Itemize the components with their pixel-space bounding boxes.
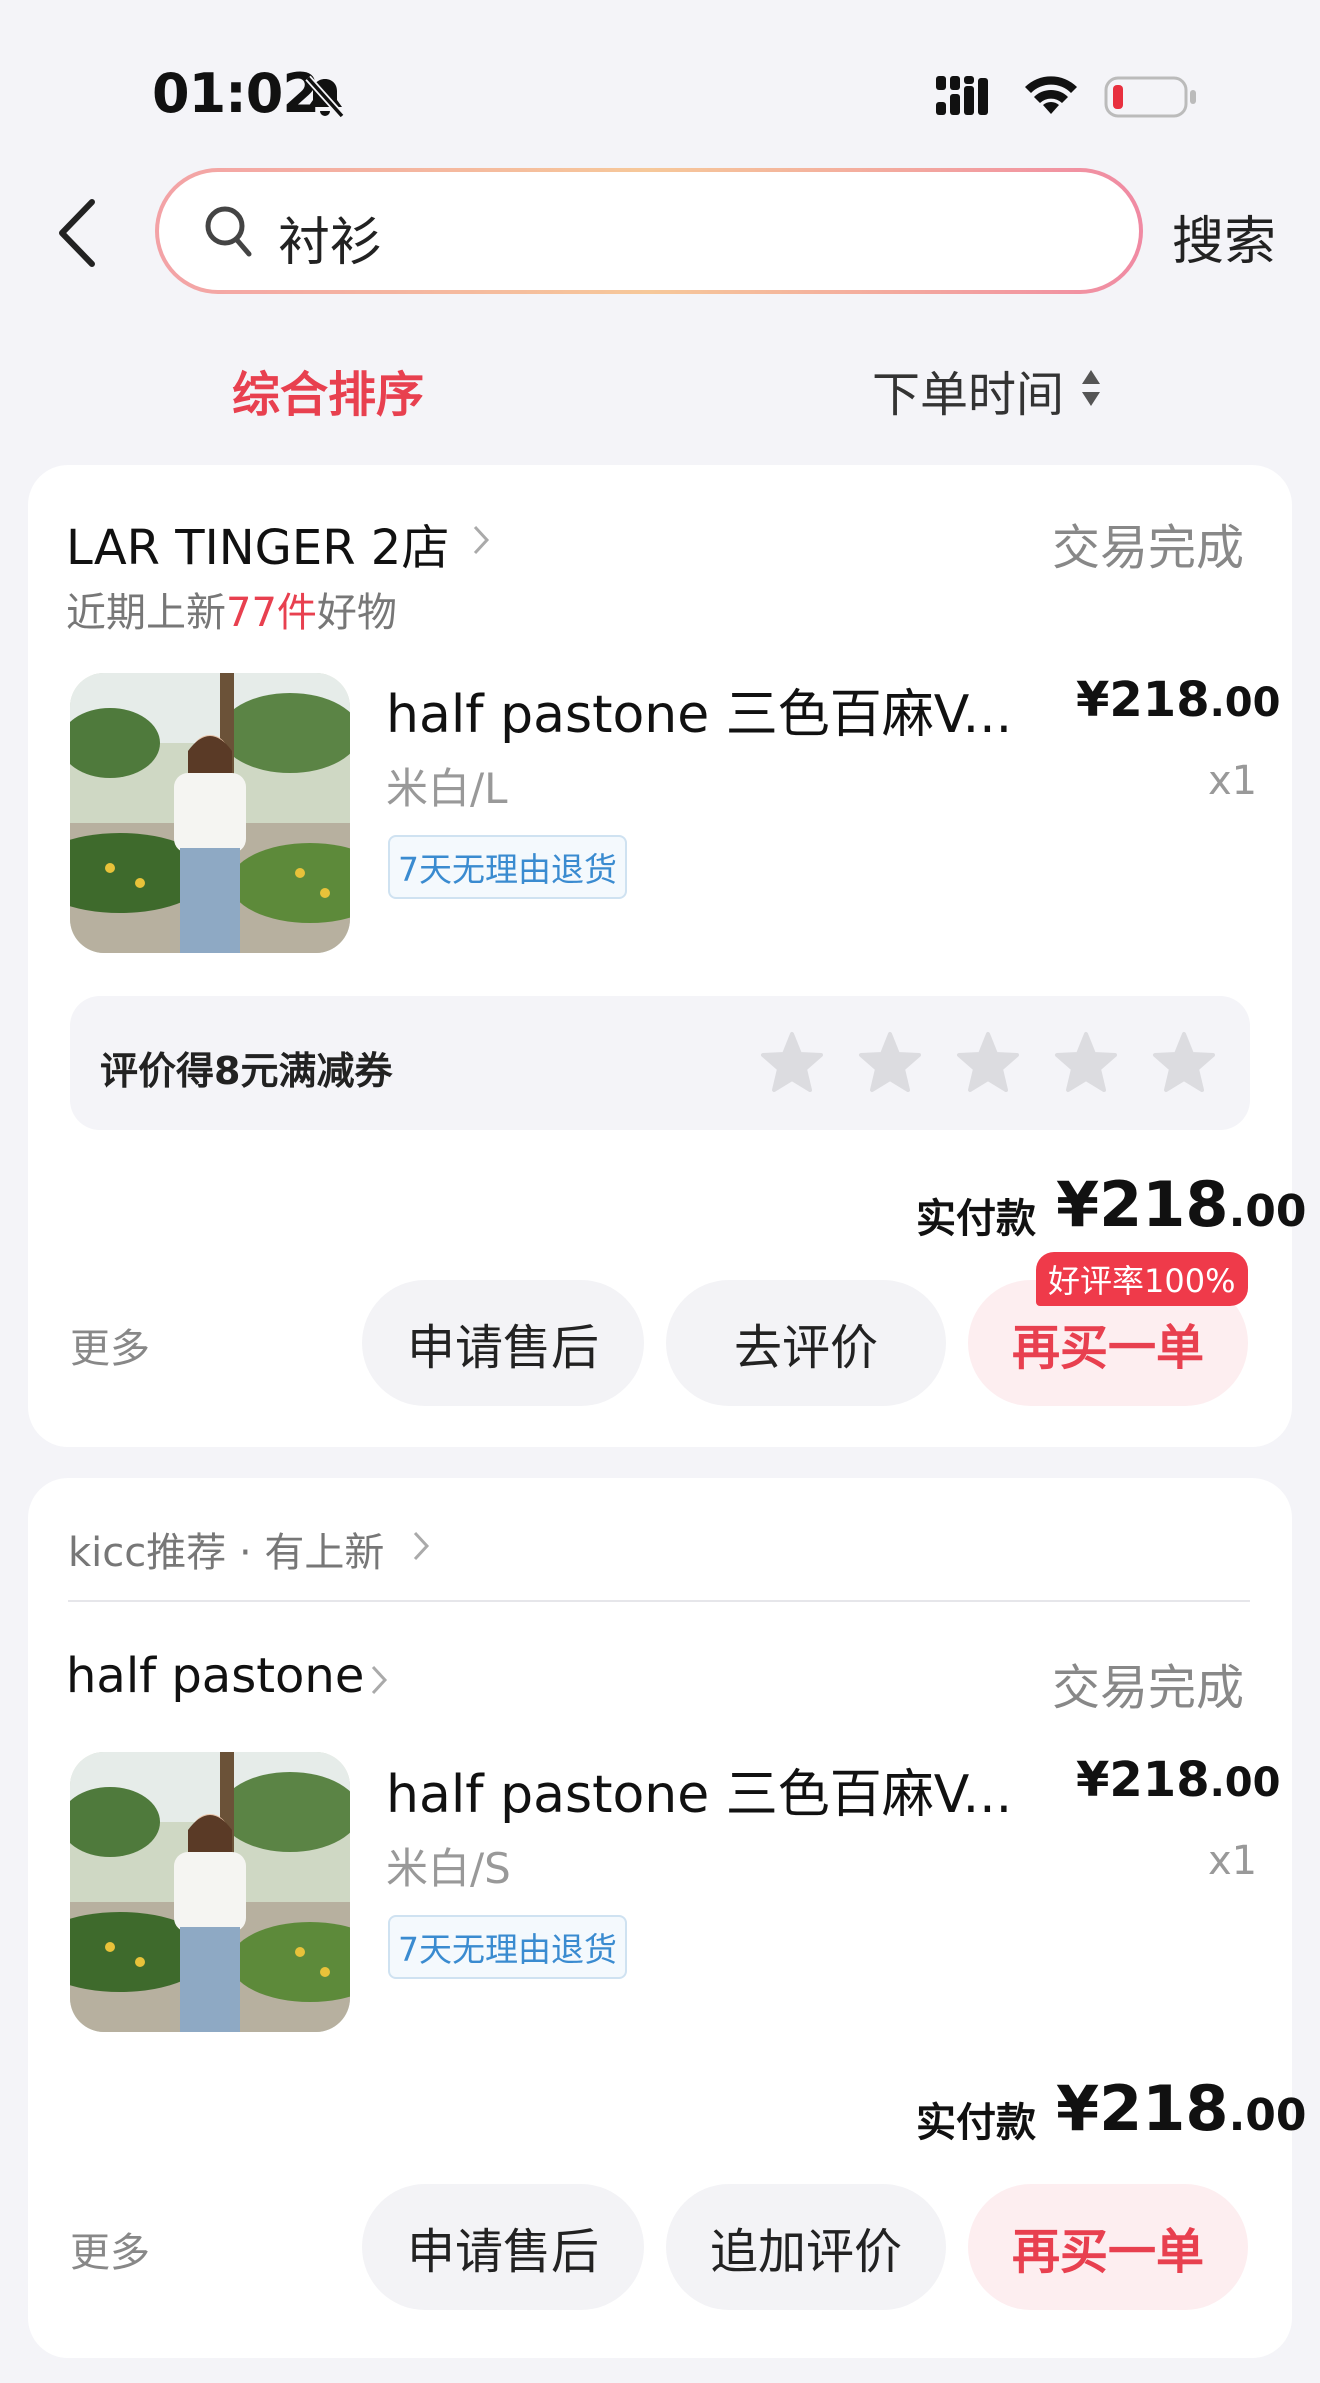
chevron-right-icon — [413, 1531, 430, 1561]
paid-amount: ¥218.00 — [1056, 2072, 1307, 2145]
return-policy-tag: 7天无理由退货 — [388, 835, 627, 899]
product-quantity: x1 — [1208, 758, 1258, 804]
product-variant: 米白/S — [386, 1844, 511, 1893]
tab-order-time[interactable]: 下单时间 — [872, 355, 1064, 425]
paid-label: 实付款 — [916, 1196, 1036, 1242]
add-review-button[interactable]: 追加评价 — [666, 2184, 946, 2310]
shop-name[interactable]: LAR TINGER 2店 — [66, 508, 449, 578]
product-price: ¥218.00 — [1076, 1752, 1281, 1808]
product-image[interactable] — [70, 1752, 350, 2032]
recommend-line[interactable]: kicc推荐 · 有上新 — [68, 1520, 384, 1578]
product-variant: 米白/L — [386, 764, 508, 813]
battery-icon — [1104, 76, 1196, 118]
search-query: 衬衫 — [278, 213, 383, 273]
bell-muted-icon — [305, 75, 345, 119]
write-review-button[interactable]: 去评价 — [666, 1280, 946, 1406]
product-image[interactable] — [70, 673, 350, 953]
order-status: 交易完成 — [1052, 520, 1245, 576]
wifi-icon — [1025, 76, 1077, 114]
after-sales-button[interactable]: 申请售后 — [362, 2184, 644, 2310]
divider — [68, 1600, 1250, 1602]
star-icon[interactable] — [760, 1030, 824, 1094]
chevron-right-icon — [371, 1665, 388, 1695]
star-icon[interactable] — [1152, 1030, 1216, 1094]
buy-again-button[interactable]: 再买一单 — [968, 2184, 1248, 2310]
return-policy-tag: 7天无理由退货 — [388, 1915, 627, 1979]
order-status: 交易完成 — [1052, 1660, 1245, 1716]
tab-comprehensive-sort[interactable]: 综合排序 — [232, 355, 424, 425]
chevron-right-icon — [473, 525, 490, 555]
paid-amount: ¥218.00 — [1056, 1168, 1307, 1241]
product-quantity: x1 — [1208, 1838, 1258, 1884]
signal-icon — [936, 76, 988, 115]
after-sales-button[interactable]: 申请售后 — [362, 1280, 644, 1406]
search-button[interactable]: 搜索 — [1172, 199, 1276, 274]
rating-badge: 好评率100% — [1036, 1252, 1248, 1306]
search-icon — [205, 206, 252, 257]
more-button[interactable]: 更多 — [70, 2220, 150, 2278]
product-title[interactable]: half pastone 三色百麻V... — [386, 672, 1012, 747]
star-icon[interactable] — [1054, 1030, 1118, 1094]
more-button[interactable]: 更多 — [70, 1316, 150, 1374]
product-price: ¥218.00 — [1076, 672, 1281, 728]
product-title[interactable]: half pastone 三色百麻V... — [386, 1752, 1012, 1827]
review-prompt-text: 评价得8元满减券 — [100, 1049, 393, 1093]
star-icon[interactable] — [956, 1030, 1020, 1094]
back-icon[interactable] — [54, 198, 100, 268]
shop-new-arrivals: 近期上新77件好物 — [66, 590, 397, 636]
star-icon[interactable] — [858, 1030, 922, 1094]
status-time: 01:02 — [152, 62, 320, 125]
shop-name[interactable]: half pastone — [66, 1648, 364, 1704]
sort-arrows-icon — [1082, 370, 1100, 406]
paid-label: 实付款 — [916, 2100, 1036, 2146]
